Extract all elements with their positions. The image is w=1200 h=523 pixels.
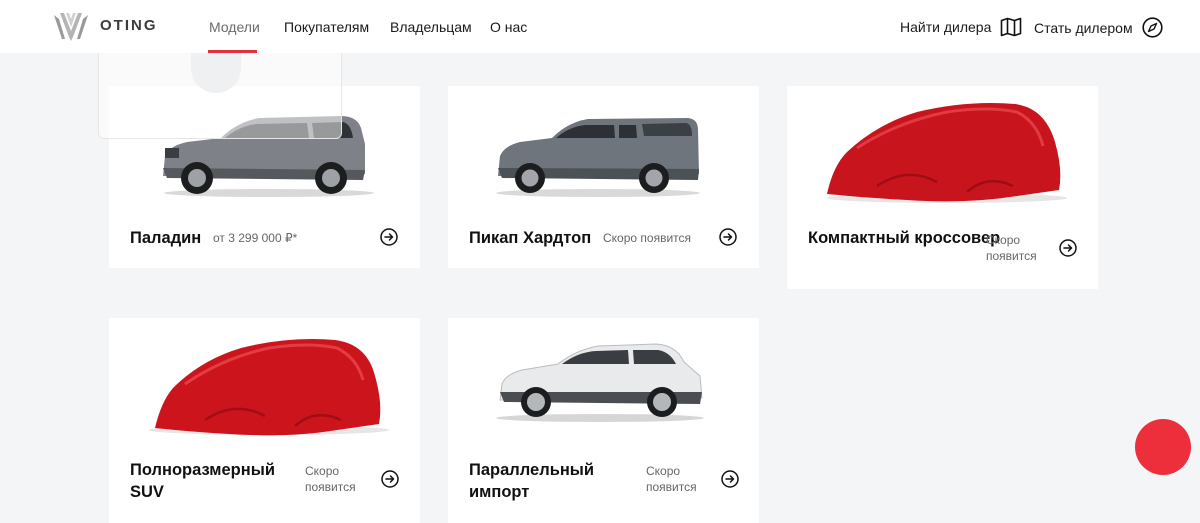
nav-dropdown-shadow: [98, 53, 342, 139]
map-icon: [1001, 17, 1022, 37]
find-dealer-link[interactable]: Найти дилера: [900, 17, 1022, 37]
compass-icon: [1141, 17, 1163, 38]
model-status: Скоро появится: [603, 231, 692, 245]
nav-active-indicator: [208, 50, 257, 53]
arrow-right-circle-icon[interactable]: [380, 228, 398, 246]
nav-models[interactable]: Модели: [209, 19, 260, 35]
nav-owners[interactable]: Владельцам: [390, 19, 472, 35]
become-dealer-link[interactable]: Стать дилером: [1034, 17, 1163, 38]
become-dealer-label: Стать дилером: [1034, 19, 1133, 36]
nav-about[interactable]: О нас: [490, 19, 527, 35]
floating-action-button[interactable]: [1135, 419, 1191, 475]
arrow-right-circle-icon[interactable]: [719, 228, 737, 246]
grey-pickup-hardtop-photo: [496, 118, 700, 197]
model-name: Параллельный импорт: [469, 461, 595, 501]
arrow-right-circle-icon[interactable]: [381, 470, 399, 488]
find-dealer-label: Найти дилера: [900, 19, 992, 35]
arrow-right-circle-icon[interactable]: [1059, 239, 1077, 257]
model-name: Пикап Хардтоп: [469, 229, 592, 247]
model-price: от 3 299 000 ₽*: [213, 231, 298, 245]
brand-name[interactable]: OTING: [100, 17, 158, 34]
model-name: Паладин: [130, 229, 202, 247]
model-card-full-size-suv[interactable]: Полноразмерный SUV Скоро появится: [109, 318, 420, 523]
red-cover-car-silhouette: [827, 103, 1067, 203]
dropdown-icon-placeholder: [191, 53, 241, 93]
model-status: Скоро появится: [986, 233, 1037, 263]
model-status: Скоро появится: [305, 464, 356, 494]
model-name: Полноразмерный SUV: [130, 461, 275, 501]
model-card-compact-crossover[interactable]: Компактный кроссовер Скоро появится: [787, 86, 1098, 289]
model-name: Компактный кроссовер: [808, 229, 1001, 247]
arrow-right-circle-icon[interactable]: [721, 470, 739, 488]
white-crossover-photo: [496, 343, 704, 422]
model-card-pickup-hardtop[interactable]: Пикап Хардтоп Скоро появится: [448, 86, 759, 268]
nav-buyers[interactable]: Покупателям: [284, 19, 369, 35]
brand-logo-icon[interactable]: [52, 11, 90, 43]
model-card-parallel-import[interactable]: Параллельный импорт Скоро появится: [448, 318, 759, 523]
model-status: Скоро появится: [646, 464, 697, 494]
site-header: OTING Модели Покупателям Владельцам О на…: [0, 0, 1200, 53]
red-cover-car-silhouette: [149, 339, 389, 436]
